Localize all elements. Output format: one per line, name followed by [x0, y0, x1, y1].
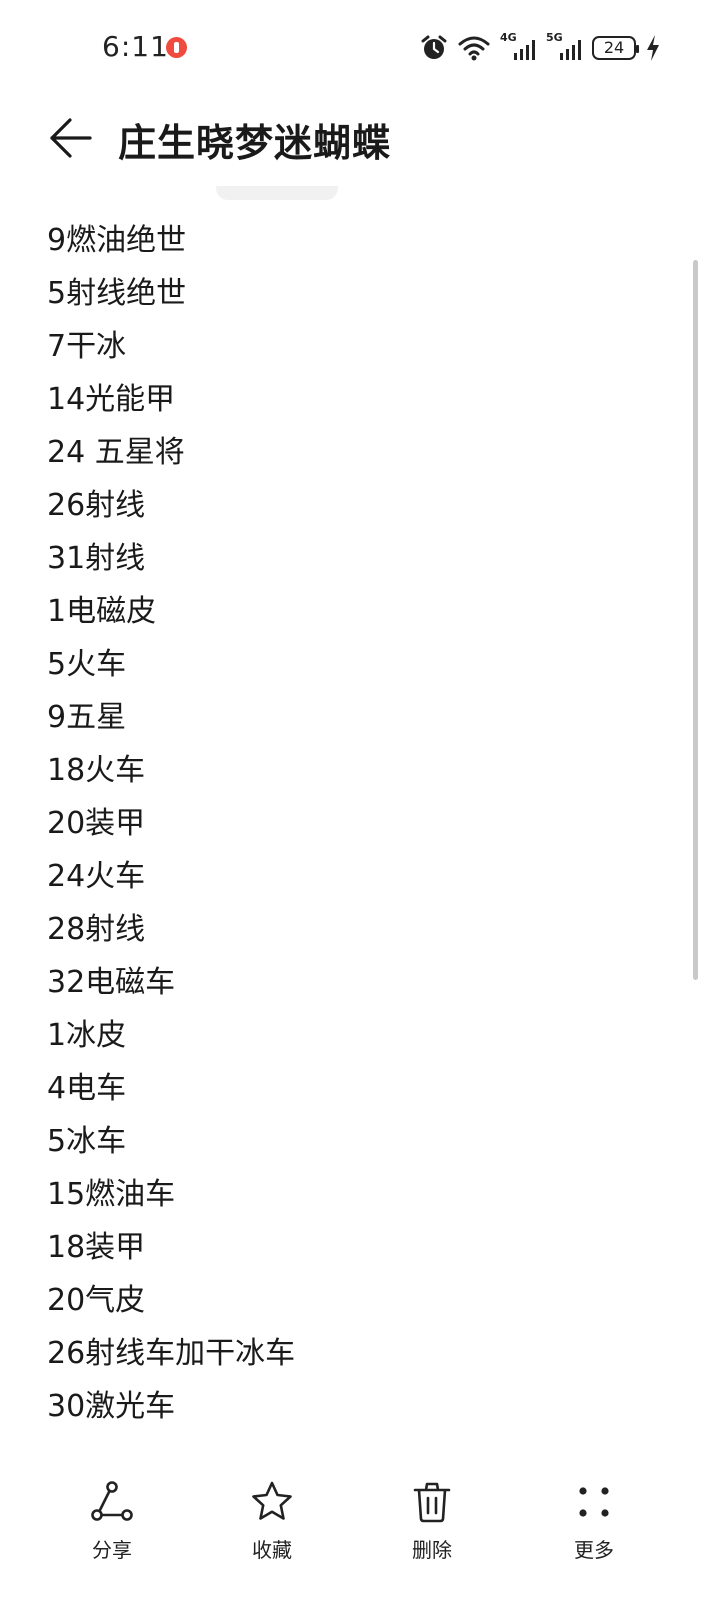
note-line: 7干冰: [47, 329, 127, 364]
note-line: 31射线: [47, 541, 146, 576]
scrollbar[interactable]: [693, 260, 698, 980]
note-line: 20装甲: [47, 806, 146, 841]
drag-handle: [216, 186, 338, 200]
delete-label: 删除: [412, 1538, 452, 1562]
signal-5g-icon: 5G: [546, 31, 582, 62]
delete-button[interactable]: 删除: [372, 1478, 492, 1568]
more-dots-icon: [579, 1487, 609, 1517]
note-line: 5射线绝世: [47, 276, 187, 311]
back-button[interactable]: [44, 114, 98, 162]
note-line: 18火车: [47, 753, 146, 788]
more-button[interactable]: 更多: [534, 1478, 654, 1568]
alarm-icon: [421, 35, 447, 59]
note-line: 1电磁皮: [47, 594, 157, 629]
favorite-label: 收藏: [252, 1538, 292, 1562]
status-icons: 4G 5G 24: [420, 31, 660, 63]
note-line: 18装甲: [47, 1230, 146, 1265]
note-line: 32电磁车: [47, 965, 176, 1000]
recording-dot-icon: [166, 37, 187, 58]
charging-bolt-icon: [647, 35, 659, 61]
battery-icon: 24: [592, 36, 639, 60]
more-label: 更多: [574, 1538, 614, 1562]
note-line: 9五星: [47, 700, 127, 735]
back-arrow-icon: [50, 118, 92, 158]
note-line: 5冰车: [47, 1124, 127, 1159]
page-title: 庄生晓梦迷蝴蝶: [118, 121, 392, 165]
note-content[interactable]: 9燃油绝世 5射线绝世 7干冰 14光能甲 24 五星将 26射线 31射线 1…: [47, 214, 667, 1433]
wifi-icon: [458, 36, 490, 61]
signal-4g-icon: 4G: [500, 31, 536, 62]
share-label: 分享: [92, 1538, 132, 1562]
bottom-toolbar: 分享 收藏 删除 更多: [0, 1470, 720, 1600]
status-bar: 6:11 4G 5G 24: [0, 0, 720, 96]
note-line: 15燃油车: [47, 1177, 176, 1212]
note-line: 14光能甲: [47, 382, 176, 417]
status-time: 6:11: [102, 30, 169, 63]
trash-icon: [413, 1482, 451, 1523]
note-line: 26射线: [47, 488, 146, 523]
note-line: 24火车: [47, 859, 146, 894]
note-line: 28射线: [47, 912, 146, 947]
note-line: 26射线车加干冰车: [47, 1336, 296, 1371]
note-header: 庄生晓梦迷蝴蝶: [0, 96, 720, 186]
share-button[interactable]: 分享: [52, 1478, 172, 1568]
favorite-button[interactable]: 收藏: [212, 1478, 332, 1568]
note-line: 1冰皮: [47, 1018, 127, 1053]
note-line: 4电车: [47, 1071, 127, 1106]
note-line: 24 五星将: [47, 435, 185, 470]
note-line: 20气皮: [47, 1283, 146, 1318]
note-line: 5火车: [47, 647, 127, 682]
share-icon: [91, 1481, 133, 1521]
note-line: 9燃油绝世: [47, 223, 187, 258]
star-icon: [252, 1481, 292, 1520]
note-line: 30激光车: [47, 1389, 176, 1424]
